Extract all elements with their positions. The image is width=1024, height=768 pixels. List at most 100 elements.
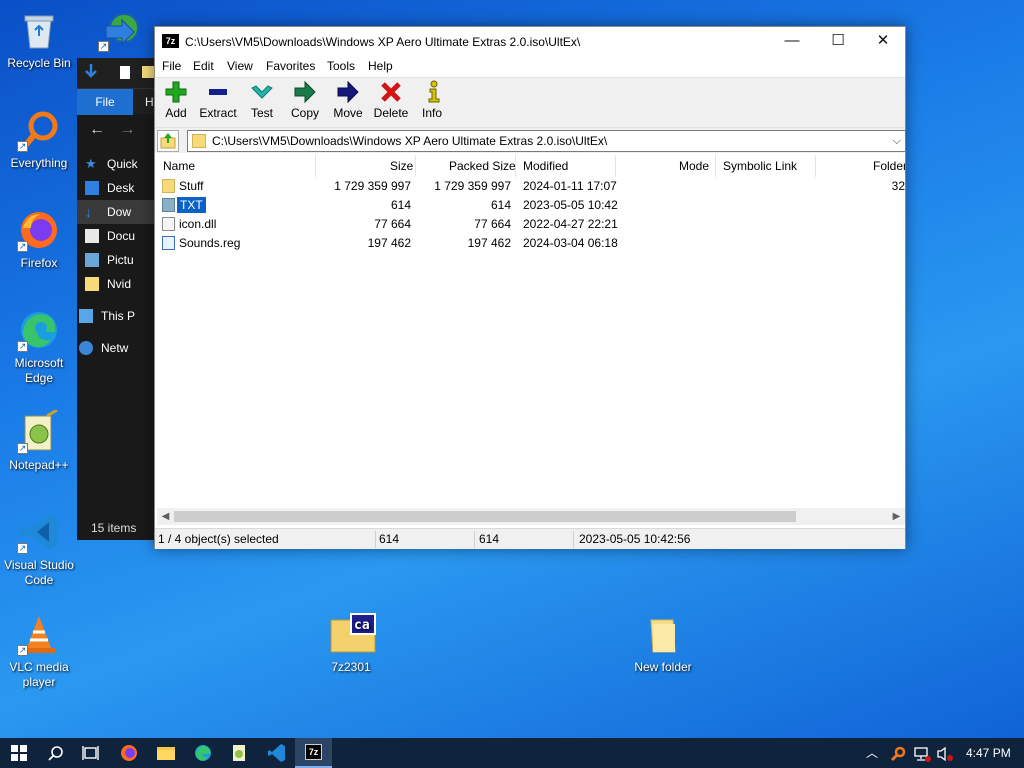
column-header-folders[interactable]: Folder	[873, 159, 905, 173]
delete-button[interactable]: Delete	[371, 80, 411, 120]
desktop-icon-edge[interactable]: ↗ Microsoft Edge	[1, 308, 77, 386]
move-button[interactable]: Move	[331, 80, 365, 120]
column-header-name[interactable]: Name	[163, 159, 195, 173]
chevron-down-icon[interactable]: ⌵	[893, 131, 901, 151]
7zip-file-manager-window[interactable]: 7z C:\Users\VM5\Downloads\Windows XP Aer…	[154, 26, 906, 549]
forward-arrow-icon[interactable]: →	[119, 121, 135, 138]
taskbar-notepadpp[interactable]	[221, 738, 258, 768]
folder-icon	[641, 612, 685, 656]
shortcut-arrow-icon: ↗	[17, 645, 28, 656]
menu-view[interactable]: View	[227, 59, 253, 73]
vscode-icon	[267, 744, 285, 762]
selected-size: 614	[379, 532, 400, 546]
recycle-bin-icon	[17, 8, 61, 52]
desktop-icon-new-folder[interactable]: New folder	[625, 612, 701, 675]
selected-packed-size: 614	[479, 532, 500, 546]
column-header-modified[interactable]: Modified	[523, 159, 568, 173]
column-header-mode[interactable]: Mode	[679, 159, 709, 173]
vscode-icon: ↗	[17, 510, 61, 554]
shortcut-arrow-icon: ↗	[98, 41, 109, 52]
shortcut-arrow-icon: ↗	[17, 141, 28, 152]
shortcut-arrow-icon: ↗	[17, 241, 28, 252]
copy-button[interactable]: Copy	[288, 80, 322, 120]
info-button[interactable]: Info	[419, 80, 445, 120]
menu-file[interactable]: File	[162, 59, 181, 73]
vlc-cone-icon: ↗	[17, 612, 61, 656]
edge-icon: ↗	[17, 308, 61, 352]
extract-button[interactable]: Extract	[197, 80, 239, 120]
firefox-icon	[120, 745, 137, 761]
clock[interactable]: 4:47 PM	[966, 738, 1011, 768]
menu-edit[interactable]: Edit	[193, 59, 214, 73]
menu-help[interactable]: Help	[368, 59, 393, 73]
test-button[interactable]: Test	[247, 80, 277, 120]
taskbar-file-explorer[interactable]	[147, 738, 184, 768]
right-arrow-icon	[333, 80, 363, 104]
file-packed-size: 614	[490, 198, 511, 212]
up-folder-button[interactable]	[157, 130, 179, 152]
table-row[interactable]: Sounds.reg 197 462 197 462 2024-03-04 06…	[157, 234, 905, 253]
table-row[interactable]: TXT 614 614 2023-05-05 10:42	[157, 196, 905, 215]
desktop-icon-notepadpp[interactable]: ↗ Notepad++	[1, 408, 77, 473]
title-bar[interactable]: 7z C:\Users\VM5\Downloads\Windows XP Aer…	[155, 27, 905, 57]
info-icon	[419, 80, 449, 104]
scroll-right-icon[interactable]: ▶	[888, 508, 905, 525]
folder-icon	[85, 277, 99, 291]
start-button[interactable]	[0, 738, 37, 768]
network-icon[interactable]	[913, 738, 931, 768]
minus-icon	[203, 80, 233, 104]
folder-icon	[192, 134, 206, 148]
taskbar-firefox[interactable]	[110, 738, 147, 768]
desktop-icon-everything[interactable]: ↗ Everything	[1, 108, 77, 171]
plus-icon	[161, 80, 191, 104]
maximize-button[interactable]: ☐	[815, 27, 861, 57]
horizontal-scrollbar[interactable]: ◀ ▶	[157, 508, 905, 525]
windows-logo-icon	[10, 745, 27, 761]
menu-bar: File Edit View Favorites Tools Help	[155, 57, 905, 77]
back-arrow-icon[interactable]: ←	[89, 121, 105, 138]
registry-file-icon	[162, 236, 175, 250]
file-list[interactable]: Name Size Packed Size Modified Mode Symb…	[157, 155, 905, 525]
close-button[interactable]: ✕	[860, 27, 906, 57]
table-row[interactable]: icon.dll 77 664 77 664 2022-04-27 22:21	[157, 215, 905, 234]
everything-search-icon: ↗	[17, 108, 61, 152]
minimize-button[interactable]: —	[769, 27, 815, 57]
column-header-size[interactable]: Size	[390, 159, 413, 173]
column-header-symbolic-link[interactable]: Symbolic Link	[723, 159, 797, 173]
show-hidden-icons-chevron-icon[interactable]: ︿	[866, 738, 878, 768]
folder-icon	[156, 747, 175, 760]
desktop-icon-idm[interactable]: ↗	[82, 8, 158, 56]
column-header-packed-size[interactable]: Packed Size	[449, 159, 516, 173]
firefox-icon: ↗	[17, 208, 61, 252]
menu-tools[interactable]: Tools	[327, 59, 355, 73]
desktop-icon-label: Firefox	[20, 256, 58, 270]
desktop-icon-firefox[interactable]: ↗ Firefox	[1, 208, 77, 271]
file-modified: 2023-05-05 10:42	[523, 198, 618, 212]
file-name: icon.dll	[179, 217, 217, 231]
add-button[interactable]: Add	[160, 80, 192, 120]
edge-icon	[194, 745, 211, 761]
volume-muted-icon[interactable]	[936, 738, 954, 768]
ribbon-tab-home[interactable]: H	[145, 89, 154, 115]
desktop-icon-recycle-bin[interactable]: Recycle Bin	[1, 8, 77, 71]
table-row[interactable]: Stuff 1 729 359 997 1 729 359 997 2024-0…	[157, 177, 905, 196]
scroll-left-icon[interactable]: ◀	[157, 508, 174, 525]
taskbar-vscode[interactable]	[258, 738, 295, 768]
desktop-icon-vlc[interactable]: ↗ VLC media player	[1, 612, 77, 690]
desktop-icon-7z2301[interactable]: ca 7z2301	[313, 612, 389, 675]
taskbar-7zip[interactable]: 7z	[295, 738, 332, 768]
task-view-button[interactable]	[72, 738, 109, 768]
status-bar: 1 / 4 object(s) selected 614 614 2023-05…	[155, 528, 905, 549]
window-title: C:\Users\VM5\Downloads\Windows XP Aero U…	[185, 35, 581, 49]
shortcut-arrow-icon: ↗	[17, 443, 28, 454]
scrollbar-thumb[interactable]	[174, 511, 796, 522]
everything-tray-icon[interactable]	[890, 738, 906, 768]
desktop-icon-vscode[interactable]: ↗ Visual Studio Code	[1, 510, 77, 588]
search-button[interactable]	[37, 738, 74, 768]
taskbar-edge[interactable]	[184, 738, 221, 768]
path-combobox[interactable]: C:\Users\VM5\Downloads\Windows XP Aero U…	[187, 130, 906, 152]
desktop-icon-label: VLC media player	[9, 660, 69, 689]
ribbon-tab-file[interactable]: File	[77, 89, 133, 115]
file-size: 614	[390, 198, 411, 212]
menu-favorites[interactable]: Favorites	[266, 59, 315, 73]
